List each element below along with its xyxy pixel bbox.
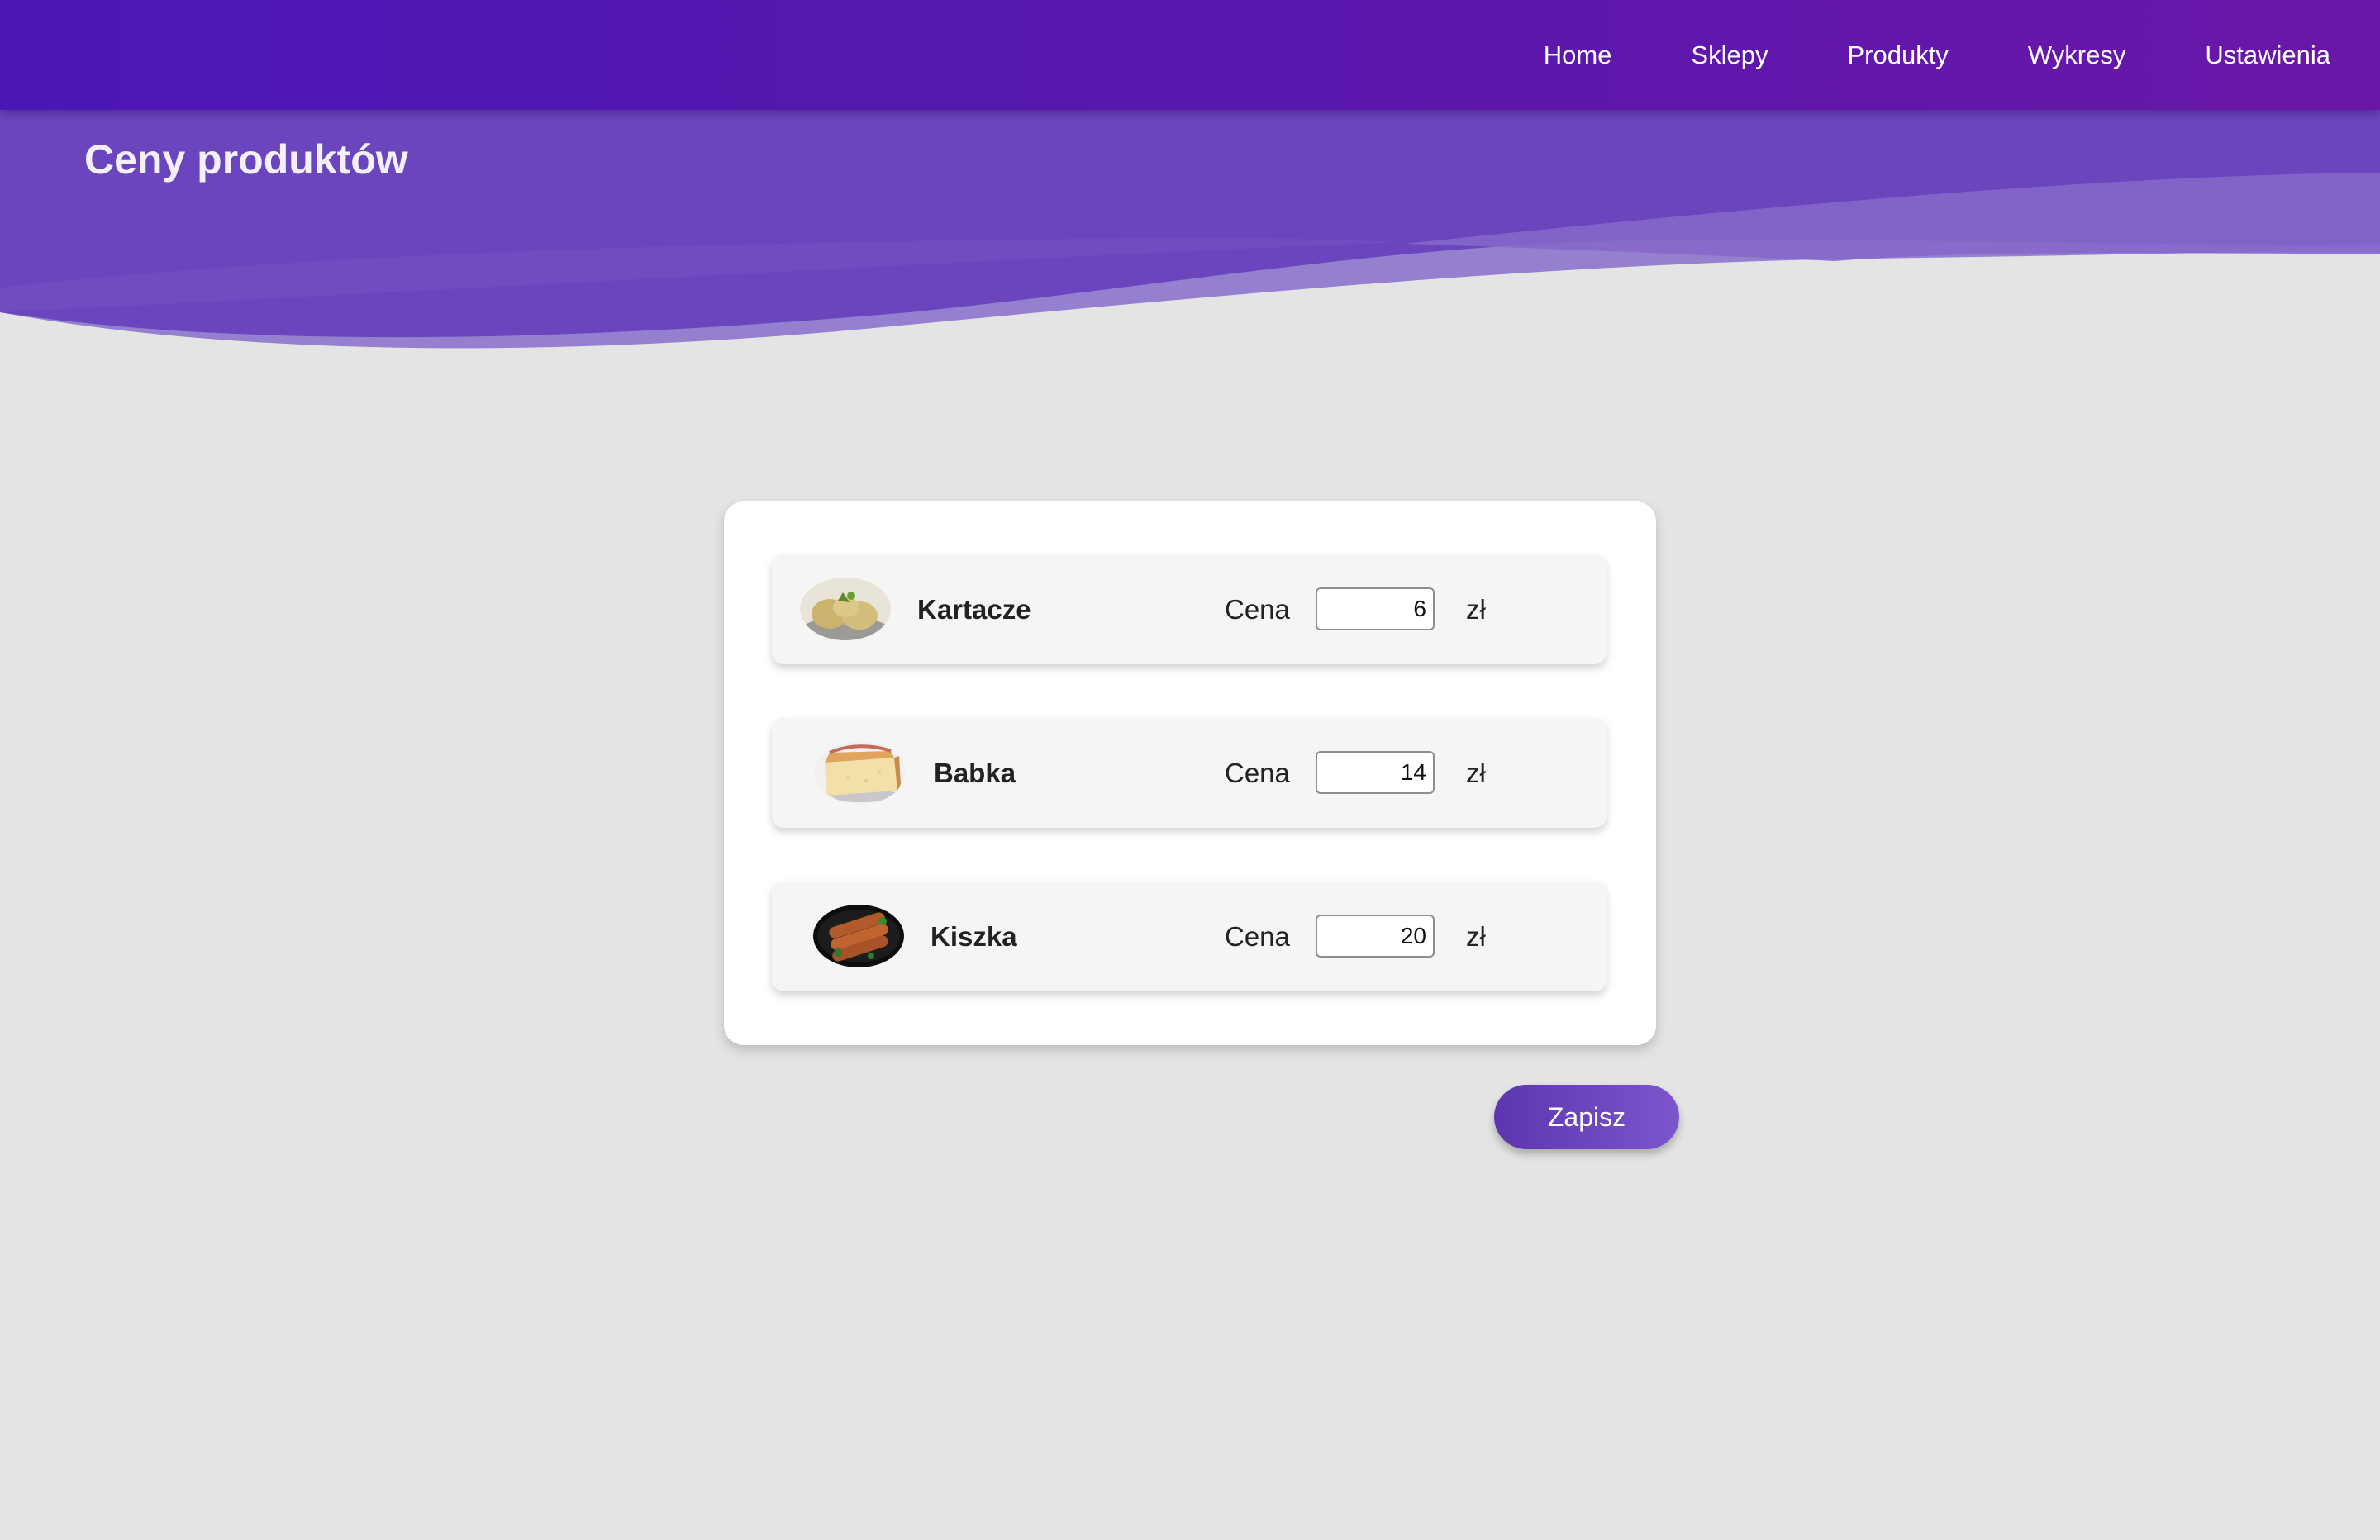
product-name: Kartacze bbox=[917, 594, 1031, 625]
price-label: Cena bbox=[1225, 758, 1290, 788]
price-input-babka[interactable] bbox=[1316, 751, 1435, 794]
product-prices-card: Kartacze Cena zł Babka Cena zł bbox=[724, 501, 1656, 1045]
price-label: Cena bbox=[1225, 921, 1290, 952]
price-label: Cena bbox=[1225, 594, 1290, 625]
nav-item-home[interactable]: Home bbox=[1544, 40, 1612, 70]
kartacze-photo bbox=[800, 578, 891, 640]
product-row-kiszka: Kiszka Cena zł bbox=[772, 882, 1606, 991]
product-name: Babka bbox=[934, 758, 1016, 788]
currency-unit: zł bbox=[1466, 594, 1486, 625]
product-row-babka: Babka Cena zł bbox=[772, 718, 1606, 828]
save-button[interactable]: Zapisz bbox=[1494, 1085, 1679, 1149]
top-nav-bar: Home Sklepy Produkty Wykresy Ustawienia bbox=[0, 0, 2380, 110]
price-input-kartacze[interactable] bbox=[1316, 587, 1435, 630]
nav-item-produkty[interactable]: Produkty bbox=[1847, 40, 1948, 70]
babka-photo bbox=[815, 741, 906, 804]
currency-unit: zł bbox=[1466, 921, 1486, 952]
price-input-kiszka[interactable] bbox=[1316, 915, 1435, 958]
nav-item-ustawienia[interactable]: Ustawienia bbox=[2205, 40, 2330, 70]
product-row-kartacze: Kartacze Cena zł bbox=[772, 554, 1606, 664]
currency-unit: zł bbox=[1466, 758, 1486, 788]
kiszka-photo bbox=[813, 905, 904, 967]
nav-item-sklepy[interactable]: Sklepy bbox=[1691, 40, 1768, 70]
main-nav: Home Sklepy Produkty Wykresy Ustawienia bbox=[1464, 0, 2330, 110]
page-title: Ceny produktów bbox=[84, 136, 408, 183]
nav-item-wykresy[interactable]: Wykresy bbox=[2028, 40, 2126, 70]
product-name: Kiszka bbox=[931, 921, 1017, 952]
